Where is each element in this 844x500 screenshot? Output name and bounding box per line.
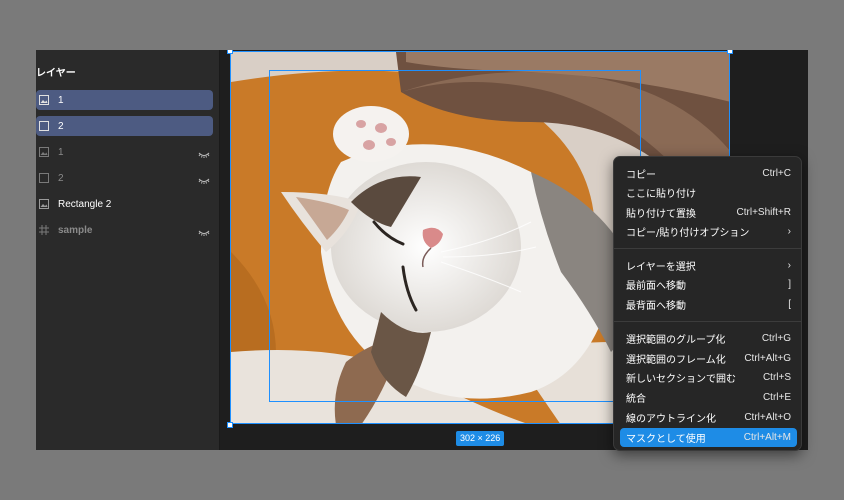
menu-divider xyxy=(614,248,801,249)
menu-item-label: 貼り付けて置換 xyxy=(626,209,696,220)
menu-item-select-layer[interactable]: レイヤーを選択 › xyxy=(620,256,797,275)
menu-item-copy[interactable]: コピー Ctrl+C xyxy=(620,164,797,183)
layer-label: Rectangle 2 xyxy=(58,198,112,210)
layer-item-rectangle-2-hidden[interactable]: 2 xyxy=(36,168,213,188)
menu-item-merge[interactable]: 統合 Ctrl+E xyxy=(620,388,797,407)
layer-item-image-1[interactable]: 1 xyxy=(36,90,213,110)
menu-item-label: マスクとして使用 xyxy=(626,434,706,445)
context-menu: コピー Ctrl+C ここに貼り付け 貼り付けて置換 Ctrl+Shift+R … xyxy=(613,156,802,451)
menu-item-shortcut: Ctrl+Alt+O xyxy=(744,412,791,423)
menu-item-outline-stroke[interactable]: 線のアウトライン化 Ctrl+Alt+O xyxy=(620,408,797,427)
menu-item-group-selection[interactable]: 選択範囲のグループ化 Ctrl+G xyxy=(620,329,797,348)
menu-item-shortcut: Ctrl+C xyxy=(762,168,791,179)
menu-item-frame-selection[interactable]: 選択範囲のフレーム化 Ctrl+Alt+G xyxy=(620,349,797,368)
resize-handle-top-right[interactable] xyxy=(727,50,733,54)
rectangle-2-outline[interactable] xyxy=(269,70,641,402)
menu-item-label: 最背面へ移動 xyxy=(626,301,686,312)
layers-panel-title: レイヤー xyxy=(36,68,76,79)
selection-size-badge: 302 × 226 xyxy=(456,431,505,446)
menu-item-send-to-back[interactable]: 最背面へ移動 [ xyxy=(620,295,797,314)
menu-item-shortcut: ] xyxy=(788,279,791,290)
menu-item-label: 統合 xyxy=(626,394,646,405)
menu-item-paste-replace[interactable]: 貼り付けて置換 Ctrl+Shift+R xyxy=(620,203,797,222)
image-icon xyxy=(38,94,50,106)
layers-panel: レイヤー 1 2 1 2 Rectangle 2 sample xyxy=(36,50,220,450)
menu-item-copy-paste-options[interactable]: コピー/貼り付けオプション › xyxy=(620,222,797,241)
menu-item-bring-to-front[interactable]: 最前面へ移動 ] xyxy=(620,275,797,294)
menu-item-label: 線のアウトライン化 xyxy=(626,414,716,425)
menu-item-label: レイヤーを選択 xyxy=(626,262,696,273)
menu-item-shortcut: Ctrl+E xyxy=(762,392,791,403)
menu-item-label: 選択範囲のグループ化 xyxy=(626,335,726,346)
layer-label: 2 xyxy=(58,172,64,184)
menu-item-label: 新しいセクションで囲む xyxy=(626,374,736,385)
layer-label: 1 xyxy=(58,146,64,158)
menu-item-label: コピー xyxy=(626,170,656,181)
layer-item-rectangle-2[interactable]: 2 xyxy=(36,116,213,136)
menu-item-shortcut: [ xyxy=(788,299,791,310)
rectangle-icon xyxy=(38,120,50,132)
layer-item-image-1-hidden[interactable]: 1 xyxy=(36,142,213,162)
layer-label: sample xyxy=(58,224,93,236)
menu-item-label: 最前面へ移動 xyxy=(626,281,686,292)
menu-item-wrap-in-section[interactable]: 新しいセクションで囲む Ctrl+S xyxy=(620,368,797,387)
submenu-chevron-icon: › xyxy=(787,226,791,237)
menu-item-label: 選択範囲のフレーム化 xyxy=(626,355,726,366)
image-icon xyxy=(38,146,50,158)
layer-item-rectangle-2-image[interactable]: Rectangle 2 xyxy=(36,194,213,214)
menu-item-use-as-mask[interactable]: マスクとして使用 Ctrl+Alt+M xyxy=(620,428,797,447)
resize-handle-top-left[interactable] xyxy=(227,50,233,54)
layer-label: 1 xyxy=(58,94,64,106)
menu-item-shortcut: Ctrl+S xyxy=(762,372,791,383)
menu-item-label: ここに貼り付け xyxy=(626,189,696,200)
resize-handle-bottom-left[interactable] xyxy=(227,422,233,428)
submenu-chevron-icon: › xyxy=(787,260,791,271)
menu-item-shortcut: Ctrl+Shift+R xyxy=(736,207,791,218)
menu-item-shortcut: Ctrl+Alt+M xyxy=(743,432,791,443)
frame-icon xyxy=(38,224,50,236)
eye-closed-icon[interactable] xyxy=(197,172,211,184)
rectangle-icon xyxy=(38,172,50,184)
menu-divider xyxy=(614,321,801,322)
menu-item-shortcut: Ctrl+Alt+G xyxy=(744,353,791,364)
menu-item-label: コピー/貼り付けオプション xyxy=(626,228,750,239)
layer-label: 2 xyxy=(58,120,64,132)
menu-item-paste-here[interactable]: ここに貼り付け xyxy=(620,183,797,202)
layer-item-sample-frame[interactable]: sample xyxy=(36,220,213,240)
image-icon xyxy=(38,198,50,210)
eye-closed-icon[interactable] xyxy=(197,146,211,158)
eye-closed-icon[interactable] xyxy=(197,224,211,236)
menu-item-shortcut: Ctrl+G xyxy=(761,333,791,344)
